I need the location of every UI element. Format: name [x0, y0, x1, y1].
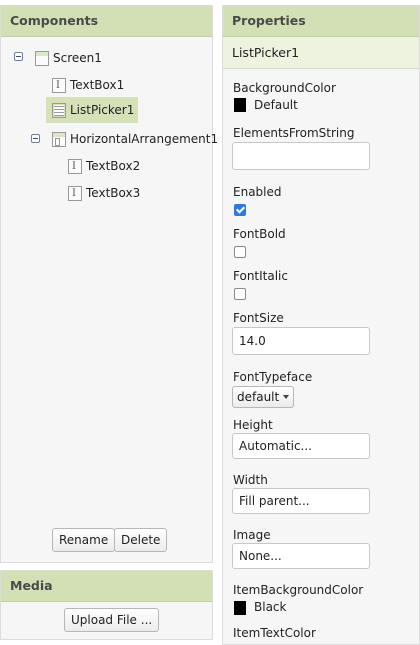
- properties-panel: Properties ListPicker1 BackgroundColor D…: [222, 5, 420, 645]
- media-panel: Media Upload File ...: [0, 570, 213, 640]
- tree-item-horizontalarrangement1[interactable]: HorizontalArrangement1: [52, 128, 218, 150]
- font-typeface-value: default: [237, 390, 280, 404]
- tree-item-label: TextBox2: [86, 159, 141, 173]
- media-header: Media: [1, 571, 212, 602]
- textbox-icon: [52, 77, 66, 93]
- tree-item-label: TextBox1: [70, 78, 125, 92]
- tree-item-label: HorizontalArrangement1: [70, 132, 219, 146]
- font-bold-checkbox[interactable]: [234, 246, 246, 258]
- font-bold-label: FontBold: [233, 227, 286, 241]
- width-label: Width: [233, 473, 268, 487]
- selected-component-name: ListPicker1: [223, 37, 419, 69]
- item-text-color-label: ItemTextColor: [233, 626, 316, 640]
- screen-icon: [35, 50, 49, 66]
- tree-item-textbox2[interactable]: TextBox2: [68, 155, 140, 177]
- collapse-screen1-toggle[interactable]: [14, 52, 23, 61]
- delete-button[interactable]: Delete: [114, 528, 168, 552]
- width-input[interactable]: Fill parent...: [232, 488, 370, 514]
- font-italic-checkbox[interactable]: [234, 288, 246, 300]
- item-background-color-value[interactable]: Black: [254, 600, 286, 614]
- tree-item-label: ListPicker1: [70, 103, 135, 117]
- font-size-label: FontSize: [233, 311, 284, 325]
- font-typeface-select[interactable]: default: [232, 386, 295, 408]
- font-italic-label: FontItalic: [233, 269, 288, 283]
- tree-item-listpicker1[interactable]: ListPicker1: [46, 97, 139, 123]
- components-header: Components: [1, 6, 212, 37]
- height-label: Height: [233, 418, 273, 432]
- upload-file-button[interactable]: Upload File ...: [64, 608, 160, 632]
- listpicker-icon: [52, 102, 66, 118]
- image-label: Image: [233, 528, 271, 542]
- font-typeface-label: FontTypeface: [233, 370, 313, 384]
- properties-header: Properties: [223, 6, 419, 37]
- item-background-color-swatch[interactable]: [234, 601, 246, 615]
- background-color-swatch[interactable]: [234, 98, 246, 112]
- horizontal-arrangement-icon: [52, 131, 66, 147]
- tree-item-textbox3[interactable]: TextBox3: [68, 182, 140, 204]
- item-background-color-label: ItemBackgroundColor: [233, 583, 364, 597]
- height-input[interactable]: Automatic...: [232, 433, 370, 459]
- background-color-label: BackgroundColor: [233, 81, 336, 95]
- rename-button[interactable]: Rename: [52, 528, 116, 552]
- enabled-label: Enabled: [233, 185, 282, 199]
- tree-item-textbox1[interactable]: TextBox1: [52, 74, 124, 96]
- chevron-down-icon: [283, 395, 290, 399]
- font-size-input[interactable]: 14.0: [232, 327, 370, 355]
- tree-item-label: Screen1: [53, 51, 102, 65]
- textbox-icon: [68, 185, 82, 201]
- components-panel: Components Screen1 TextBox1 ListPicker1 …: [0, 5, 218, 563]
- background-color-value[interactable]: Default: [254, 98, 298, 112]
- textbox-icon: [68, 158, 82, 174]
- elements-from-string-input[interactable]: [232, 142, 370, 170]
- properties-list: BackgroundColor Default ElementsFromStri…: [223, 69, 419, 640]
- image-input[interactable]: None...: [232, 543, 370, 569]
- tree-item-label: TextBox3: [86, 186, 141, 200]
- tree-item-screen1[interactable]: Screen1: [35, 47, 102, 69]
- elements-from-string-label: ElementsFromString: [233, 126, 355, 140]
- collapse-horizontalarrangement1-toggle[interactable]: [31, 134, 40, 143]
- enabled-checkbox[interactable]: [234, 204, 246, 216]
